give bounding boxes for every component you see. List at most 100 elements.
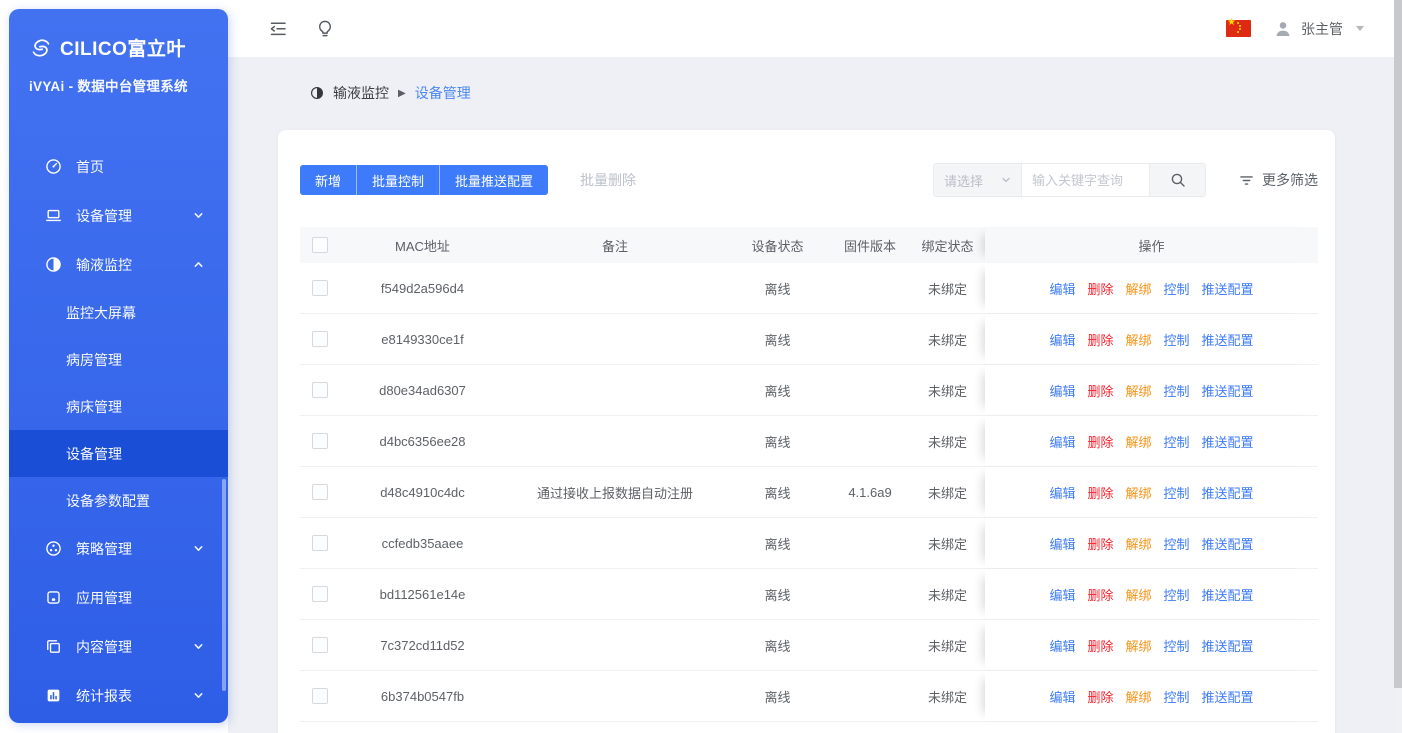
control-link[interactable]: 控制	[1164, 432, 1190, 451]
edit-link[interactable]: 编辑	[1049, 534, 1075, 553]
add-button[interactable]: 新增	[300, 165, 356, 195]
breadcrumb-current[interactable]: 设备管理	[415, 83, 471, 103]
sidebar-item-infusion-monitoring[interactable]: 输液监控	[9, 240, 228, 289]
push-config-link[interactable]: 推送配置	[1202, 636, 1254, 655]
user-menu-caret-icon[interactable]	[1356, 26, 1364, 31]
edit-link[interactable]: 编辑	[1049, 687, 1075, 706]
edit-link[interactable]: 编辑	[1049, 432, 1075, 451]
delete-link[interactable]: 删除	[1087, 279, 1113, 298]
control-link[interactable]: 控制	[1164, 687, 1190, 706]
row-checkbox[interactable]	[312, 433, 328, 449]
unbind-link[interactable]: 解绑	[1125, 279, 1151, 298]
sidebar-subitem-device-management[interactable]: 设备管理	[9, 430, 228, 477]
control-link[interactable]: 控制	[1164, 585, 1190, 604]
unbind-link[interactable]: 解绑	[1125, 534, 1151, 553]
actions-cell: 编辑删除解绑控制推送配置	[985, 365, 1318, 415]
delete-link[interactable]: 删除	[1087, 534, 1113, 553]
sidebar-item-strategy-management[interactable]: 策略管理	[9, 524, 228, 573]
unbind-link[interactable]: 解绑	[1125, 483, 1151, 502]
collapse-menu-icon[interactable]	[268, 19, 288, 39]
binding-status-cell: 未绑定	[910, 569, 985, 619]
push-config-link[interactable]: 推送配置	[1202, 483, 1254, 502]
row-checkbox[interactable]	[312, 586, 328, 602]
table-row: d4bc6356ee28离线未绑定编辑删除解绑控制推送配置	[300, 416, 1318, 467]
actions-cell: 编辑删除解绑控制推送配置	[985, 671, 1318, 721]
edit-link[interactable]: 编辑	[1049, 279, 1075, 298]
sidebar-subitem-device-param-config[interactable]: 设备参数配置	[9, 477, 228, 524]
more-filters-button[interactable]: 更多筛选	[1239, 170, 1318, 190]
search-button[interactable]	[1149, 164, 1205, 196]
row-checkbox[interactable]	[312, 280, 328, 296]
sidebar-item-report-statistics[interactable]: 统计报表	[9, 671, 228, 720]
delete-link[interactable]: 删除	[1087, 432, 1113, 451]
sidebar-item-app-management[interactable]: 应用管理	[9, 573, 228, 622]
content-area: 输液监控 ▶ 设备管理 新增批量控制批量推送配置 批量删除 请选择	[228, 57, 1402, 733]
keyword-search-input[interactable]	[1022, 164, 1149, 196]
delete-link[interactable]: 删除	[1087, 687, 1113, 706]
toolbar: 新增批量控制批量推送配置 批量删除 请选择 更多筛选	[300, 163, 1318, 197]
select-all-checkbox[interactable]	[312, 237, 328, 253]
filter-field-select[interactable]: 请选择	[934, 164, 1022, 196]
row-checkbox[interactable]	[312, 484, 328, 500]
control-link[interactable]: 控制	[1164, 483, 1190, 502]
batch-delete-button[interactable]: 批量删除	[580, 170, 636, 190]
edit-link[interactable]: 编辑	[1049, 483, 1075, 502]
page-scrollbar-thumb[interactable]	[1394, 0, 1402, 688]
push-config-link[interactable]: 推送配置	[1202, 687, 1254, 706]
row-checkbox[interactable]	[312, 382, 328, 398]
push-config-link[interactable]: 推送配置	[1202, 585, 1254, 604]
edit-link[interactable]: 编辑	[1049, 585, 1075, 604]
unbind-link[interactable]: 解绑	[1125, 330, 1151, 349]
delete-link[interactable]: 删除	[1087, 381, 1113, 400]
control-link[interactable]: 控制	[1164, 330, 1190, 349]
control-link[interactable]: 控制	[1164, 534, 1190, 553]
lightbulb-icon[interactable]	[315, 19, 335, 39]
push-config-link[interactable]: 推送配置	[1202, 330, 1254, 349]
row-checkbox[interactable]	[312, 688, 328, 704]
row-checkbox[interactable]	[312, 331, 328, 347]
breadcrumb-section[interactable]: 输液监控	[333, 83, 389, 103]
sidebar-subitem-monitor-big-screen[interactable]: 监控大屏幕	[9, 289, 228, 336]
delete-link[interactable]: 删除	[1087, 585, 1113, 604]
delete-link[interactable]: 删除	[1087, 483, 1113, 502]
sidebar-item-home[interactable]: 首页	[9, 142, 228, 191]
push-config-link[interactable]: 推送配置	[1202, 381, 1254, 400]
push-config-link[interactable]: 推送配置	[1202, 534, 1254, 553]
delete-link[interactable]: 删除	[1087, 636, 1113, 655]
control-link[interactable]: 控制	[1164, 381, 1190, 400]
page-scrollbar[interactable]	[1394, 0, 1402, 733]
username-label[interactable]: 张主管	[1301, 19, 1343, 39]
actions-cell: 编辑删除解绑控制推送配置	[985, 263, 1318, 313]
china-flag-icon[interactable]: ★	[1226, 20, 1251, 37]
push-config-link[interactable]: 推送配置	[1202, 432, 1254, 451]
push-config-link[interactable]: 推送配置	[1202, 279, 1254, 298]
binding-status-cell: 未绑定	[910, 620, 985, 670]
sidebar-item-device-management[interactable]: 设备管理	[9, 191, 228, 240]
sidebar-item-content-management[interactable]: 内容管理	[9, 622, 228, 671]
note-cell	[505, 620, 725, 670]
row-checkbox[interactable]	[312, 637, 328, 653]
topbar: ★ 张主管	[228, 0, 1402, 57]
edit-link[interactable]: 编辑	[1049, 330, 1075, 349]
unbind-link[interactable]: 解绑	[1125, 687, 1151, 706]
sidebar-subitem-ward-management[interactable]: 病房管理	[9, 336, 228, 383]
unbind-link[interactable]: 解绑	[1125, 636, 1151, 655]
batch-control-button[interactable]: 批量控制	[356, 165, 439, 195]
control-link[interactable]: 控制	[1164, 279, 1190, 298]
edit-link[interactable]: 编辑	[1049, 381, 1075, 400]
batch-push-config-button[interactable]: 批量推送配置	[439, 165, 548, 195]
unbind-link[interactable]: 解绑	[1125, 432, 1151, 451]
row-actions: 编辑删除解绑控制推送配置	[1049, 585, 1253, 604]
mac-cell: e8149330ce1f	[340, 314, 505, 364]
device-status-cell: 离线	[725, 518, 830, 568]
row-checkbox[interactable]	[312, 535, 328, 551]
sidebar-scrollbar-thumb[interactable]	[222, 479, 226, 691]
edit-link[interactable]: 编辑	[1049, 636, 1075, 655]
row-actions: 编辑删除解绑控制推送配置	[1049, 330, 1253, 349]
sidebar-subitem-bed-management[interactable]: 病床管理	[9, 383, 228, 430]
note-cell	[505, 569, 725, 619]
control-link[interactable]: 控制	[1164, 636, 1190, 655]
unbind-link[interactable]: 解绑	[1125, 585, 1151, 604]
unbind-link[interactable]: 解绑	[1125, 381, 1151, 400]
delete-link[interactable]: 删除	[1087, 330, 1113, 349]
